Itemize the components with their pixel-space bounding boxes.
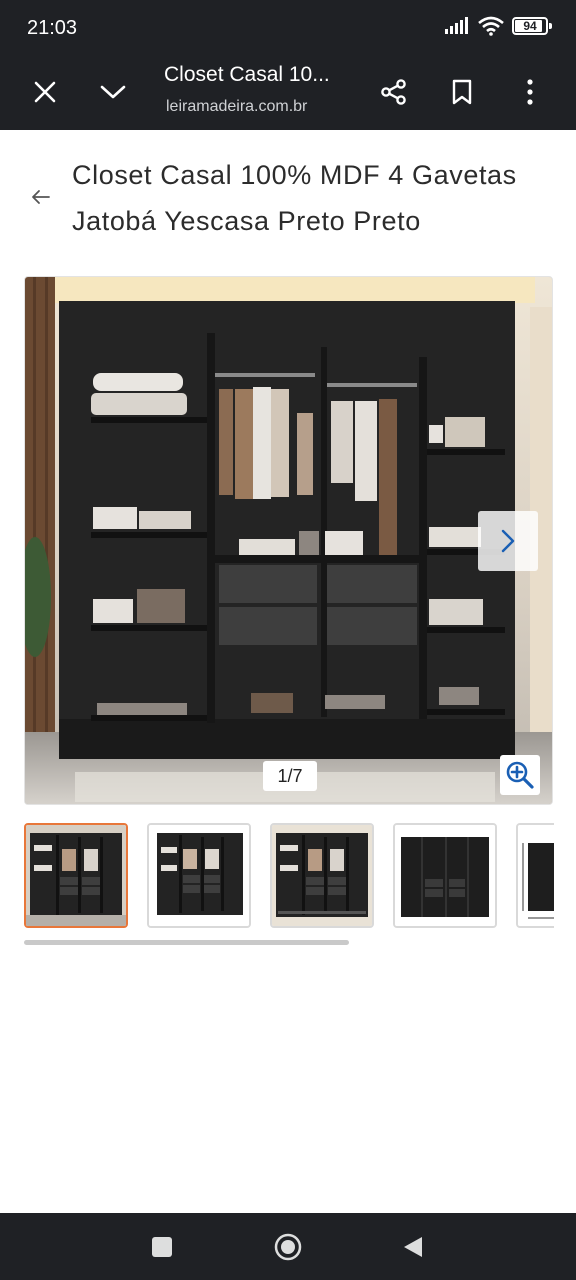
chevron-right-icon (501, 529, 515, 553)
thumbnail-5[interactable] (516, 823, 554, 928)
share-icon[interactable] (376, 74, 412, 110)
product-main-image[interactable]: 1/7 (24, 276, 553, 805)
battery-icon: 94 (512, 17, 552, 35)
recents-square-icon[interactable] (145, 1230, 179, 1264)
thumbnail-4[interactable] (393, 823, 497, 928)
signal-icon (445, 17, 468, 34)
battery-level: 94 (523, 19, 537, 33)
url-text[interactable]: leiramadeira.com.br (166, 98, 307, 116)
zoom-in-icon (506, 761, 534, 789)
browser-toolbar: Closet Casal 10... leiramadeira.com.br (0, 56, 576, 130)
bookmark-icon[interactable] (444, 74, 480, 110)
chevron-down-icon[interactable] (95, 74, 131, 110)
image-counter: 1/7 (263, 761, 317, 791)
product-title: Closet Casal 100% MDF 4 Gavetas Jatobá Y… (72, 160, 517, 236)
wifi-icon (478, 16, 504, 36)
back-arrow-icon[interactable] (28, 184, 54, 210)
home-circle-icon[interactable] (271, 1230, 305, 1264)
status-time: 21:03 (27, 17, 78, 39)
thumbnail-3[interactable] (270, 823, 374, 928)
zoom-button[interactable] (500, 755, 540, 795)
thumbnail-scrollbar[interactable] (24, 940, 349, 945)
close-icon[interactable] (27, 74, 63, 110)
thumbnail-2[interactable] (147, 823, 251, 928)
next-image-button[interactable] (478, 511, 538, 571)
thumbnail-strip (24, 823, 554, 931)
more-vert-icon[interactable] (512, 74, 548, 110)
thumbnail-1[interactable] (24, 823, 128, 928)
system-nav-bar (0, 1213, 576, 1280)
back-triangle-icon[interactable] (396, 1230, 430, 1264)
status-bar: 21:03 94 (0, 0, 576, 56)
tab-title[interactable]: Closet Casal 10... (164, 63, 330, 87)
status-icons: 94 (444, 16, 552, 36)
